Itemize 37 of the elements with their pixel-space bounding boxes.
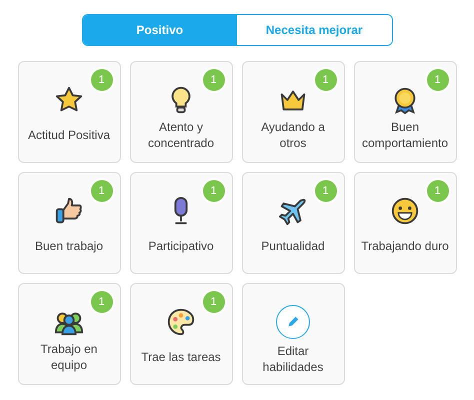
skill-card[interactable]: 1 Trabajando duro <box>354 172 456 274</box>
count-badge: 1 <box>314 69 336 91</box>
edit-skills-tile[interactable]: Editar habilidades <box>242 283 344 385</box>
count-badge: 1 <box>314 180 336 202</box>
skill-card[interactable]: 1 Trabajo en equipo <box>18 283 120 385</box>
skill-label: Trabajando duro <box>361 238 449 255</box>
skill-label: Puntualidad <box>261 238 325 255</box>
airplane-icon <box>278 196 308 226</box>
skill-label: Buen trabajo <box>34 238 104 255</box>
skill-card[interactable]: 1 Puntualidad <box>242 172 344 274</box>
palette-icon <box>166 307 196 337</box>
skill-label: Editar habilidades <box>262 343 324 375</box>
skill-card[interactable]: 1 Buen comportamiento <box>354 61 456 163</box>
count-badge: 1 <box>202 291 224 313</box>
count-badge: 1 <box>90 291 112 313</box>
skill-card[interactable]: 1 Participativo <box>130 172 232 274</box>
count-badge: 1 <box>202 180 224 202</box>
skill-card[interactable]: 1 Trae las tareas <box>130 283 232 385</box>
count-badge: 1 <box>202 69 224 91</box>
skill-card[interactable]: 1 Atento y concentrado <box>130 61 232 163</box>
skill-label: Ayudando a otros <box>260 119 326 151</box>
count-badge: 1 <box>90 180 112 202</box>
skill-card[interactable]: 1 Actitud Positiva <box>18 61 120 163</box>
thumbs-up-icon <box>54 196 84 226</box>
skill-label: Atento y concentrado <box>146 119 216 151</box>
skill-label: Buen comportamiento <box>360 119 450 151</box>
skill-label: Trae las tareas <box>141 349 221 366</box>
skill-label: Participativo <box>148 238 214 255</box>
skill-label: Trabajo en equipo <box>40 341 98 373</box>
count-badge: 1 <box>90 69 112 91</box>
smiley-icon <box>390 196 420 226</box>
count-badge: 1 <box>426 69 448 91</box>
skill-label: Actitud Positiva <box>28 127 110 144</box>
skill-card[interactable]: 1 Buen trabajo <box>18 172 120 274</box>
skill-card[interactable]: 1 Ayudando a otros <box>242 61 344 163</box>
count-badge: 1 <box>426 180 448 202</box>
pencil-icon <box>276 305 310 339</box>
